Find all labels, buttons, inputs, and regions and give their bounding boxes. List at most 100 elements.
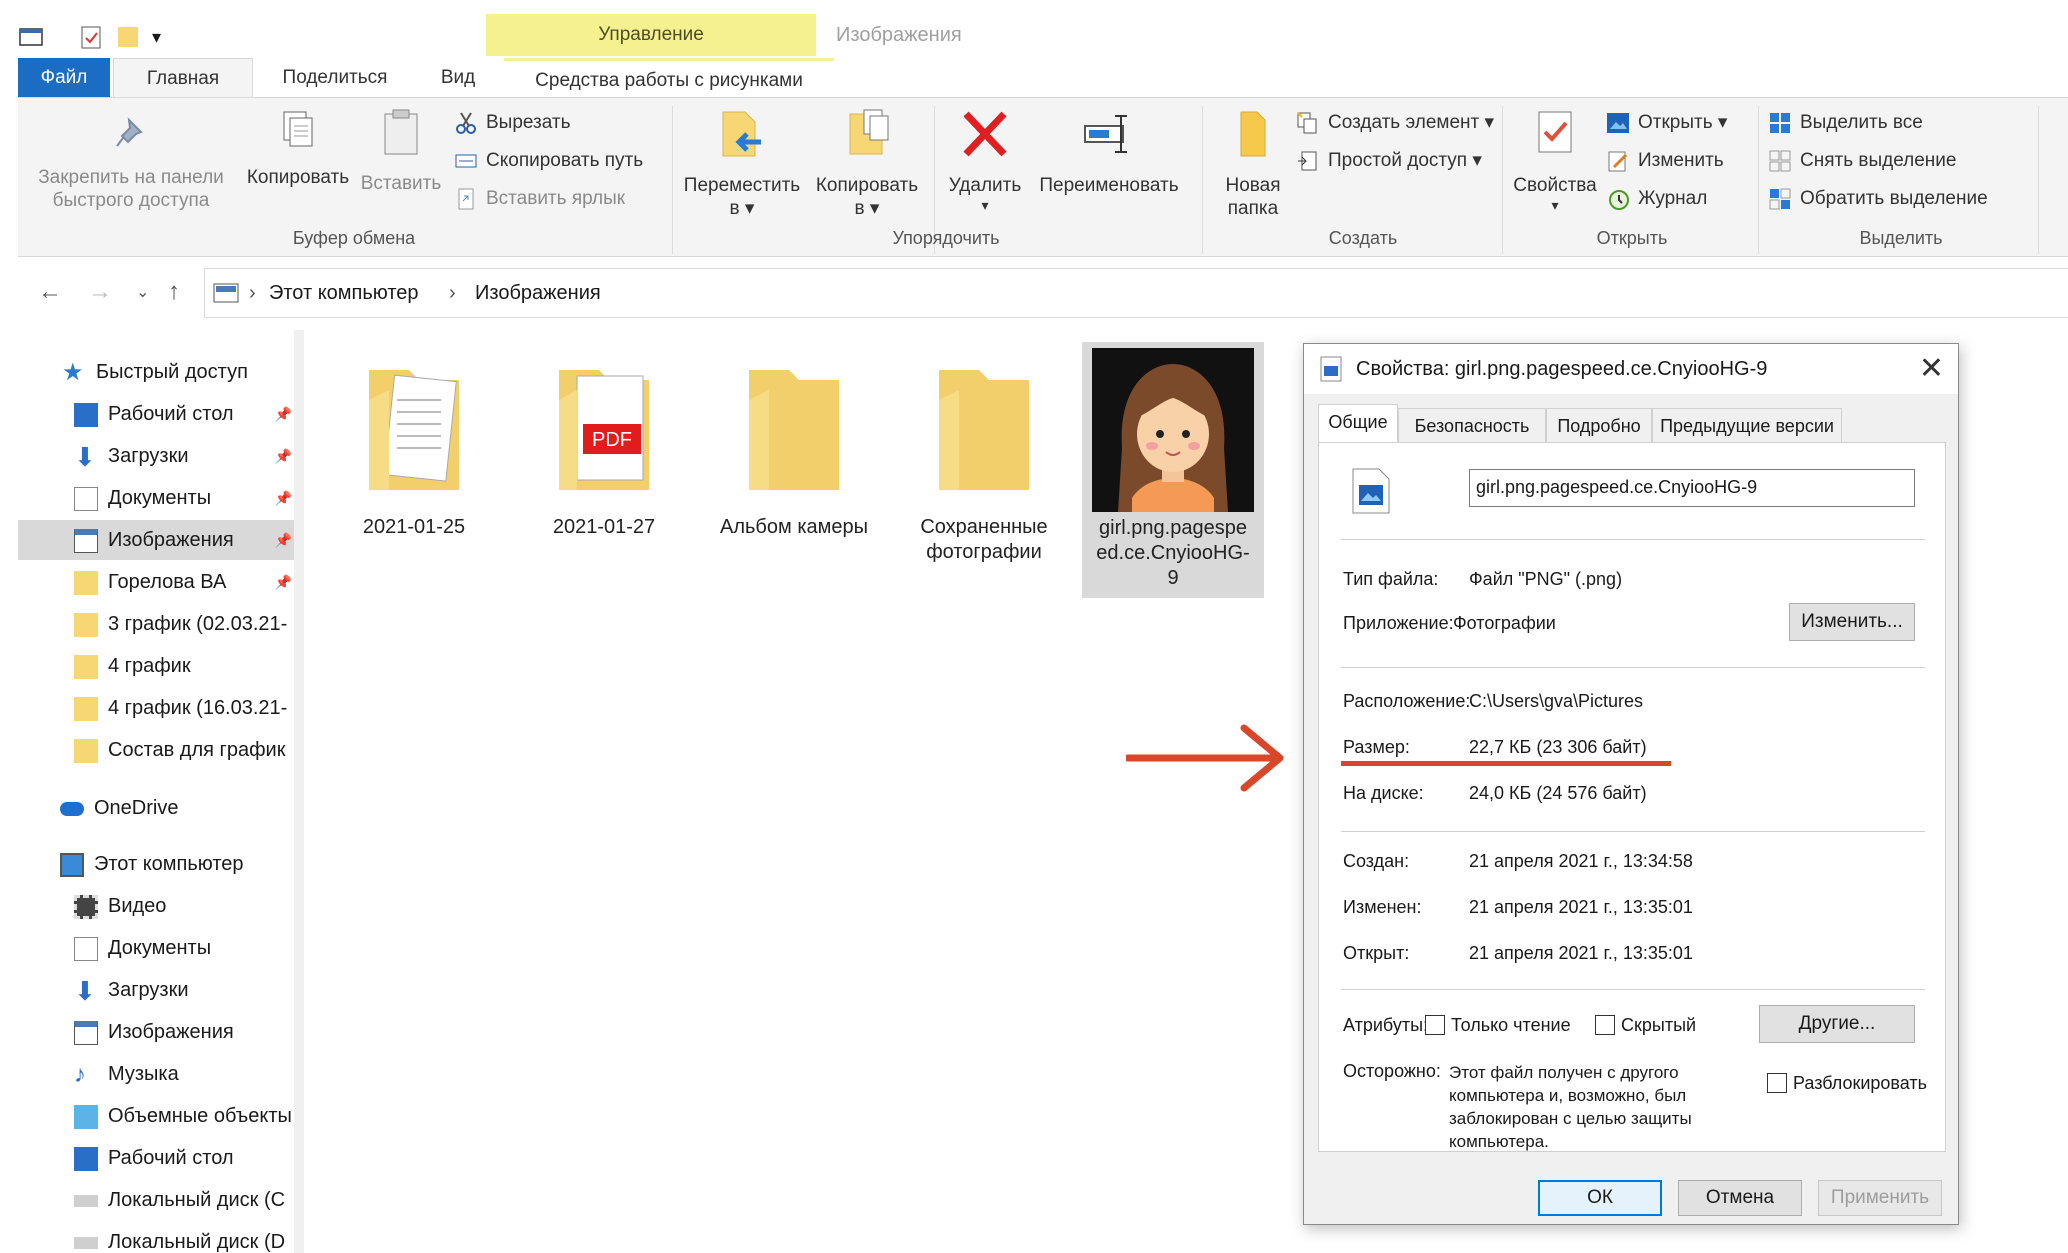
easy-access-button[interactable]: Простой доступ ▾: [1296, 146, 1482, 176]
sidebar-item-folder[interactable]: Горелова ВА 📌: [18, 562, 296, 602]
sidebar-item-pictures[interactable]: Изображения: [18, 1012, 296, 1052]
breadcrumb-this-pc[interactable]: Этот компьютер: [269, 269, 419, 317]
advanced-attributes-button[interactable]: Другие...: [1759, 1005, 1915, 1043]
history-button[interactable]: Журнал: [1606, 184, 1707, 214]
image-file-item[interactable]: girl.png.pagespe ed.ce.CnyiooHG- 9: [1082, 342, 1264, 598]
pin-button[interactable]: Закрепить на панели быстрого доступа: [26, 108, 236, 212]
sidebar-item-desktop[interactable]: Рабочий стол: [18, 1138, 296, 1178]
tab-details[interactable]: Подробно: [1546, 408, 1652, 442]
location-value: C:\Users\gva\Pictures: [1469, 691, 1644, 711]
tab-previous-versions[interactable]: Предыдущие версии: [1652, 408, 1842, 442]
paste-shortcut-button[interactable]: Вставить ярлык: [454, 184, 625, 214]
pin-icon[interactable]: 📌: [275, 520, 292, 560]
tab-general[interactable]: Общие: [1318, 404, 1398, 443]
copy-to-button[interactable]: Копировать в ▾: [808, 108, 926, 220]
open-label: Открыть: [1638, 112, 1713, 133]
up-arrow-icon[interactable]: ↑: [168, 278, 180, 306]
folder-item[interactable]: Сохраненные фотографии: [894, 350, 1074, 565]
group-separator: [1758, 106, 1759, 254]
close-icon[interactable]: ✕: [1919, 344, 1944, 394]
group-label-create: Создать: [1328, 228, 1398, 248]
folder-item[interactable]: 2021-01-25: [324, 350, 504, 540]
pin-icon[interactable]: 📌: [275, 436, 292, 476]
recent-locations-icon[interactable]: ⌄: [136, 282, 149, 302]
invert-selection-button[interactable]: Обратить выделение: [1768, 184, 1988, 214]
document-icon: [74, 936, 98, 961]
sidebar-item-music[interactable]: ♪ Музыка: [18, 1054, 296, 1094]
folder-item[interactable]: Альбом камеры: [704, 350, 884, 540]
paste-button[interactable]: Вставить: [358, 108, 444, 195]
star-icon: ★: [62, 358, 84, 386]
cancel-button[interactable]: Отмена: [1678, 1180, 1802, 1216]
ok-button[interactable]: ОК: [1538, 1180, 1662, 1216]
cut-button[interactable]: Вырезать: [454, 108, 571, 138]
edit-button[interactable]: Изменить: [1606, 146, 1724, 176]
select-all-button[interactable]: Выделить все: [1768, 108, 1923, 138]
sidebar-item-downloads[interactable]: ⬇ Загрузки: [18, 970, 296, 1010]
file-item-label-line1: girl.png.pagespe: [1099, 517, 1247, 539]
pin-icon[interactable]: 📌: [275, 478, 292, 518]
size-underline-annotation: [1341, 761, 1671, 766]
unblock-checkbox[interactable]: [1767, 1073, 1787, 1093]
copy-path-button[interactable]: Скопировать путь: [454, 146, 643, 176]
sidebar-item-pictures[interactable]: Изображения 📌: [18, 520, 296, 560]
new-folder-icon[interactable]: [116, 24, 142, 50]
sidebar-item-local-disk-c[interactable]: Локальный диск (C: [18, 1180, 296, 1220]
sidebar-item-quick-access[interactable]: ★ Быстрый доступ: [18, 352, 296, 392]
customize-qat-icon[interactable]: ▾: [152, 24, 178, 50]
filename-field[interactable]: girl.png.pagespeed.ce.CnyiooHG-9: [1469, 469, 1915, 507]
forward-arrow-icon[interactable]: →: [88, 278, 112, 306]
tab-file[interactable]: Файл: [18, 58, 110, 98]
sidebar-item-desktop[interactable]: Рабочий стол 📌: [18, 394, 296, 434]
pin-icon[interactable]: 📌: [275, 394, 292, 434]
divider: [1341, 989, 1925, 990]
tab-home[interactable]: Главная: [113, 58, 253, 98]
folder-item[interactable]: PDF 2021-01-27: [514, 350, 694, 540]
new-item-button[interactable]: Создать элемент ▾: [1296, 108, 1494, 138]
sidebar-item-folder[interactable]: 4 график (16.03.21-: [18, 688, 296, 728]
sidebar-item-this-pc[interactable]: Этот компьютер: [18, 844, 296, 884]
sidebar-item-folder[interactable]: Состав для график: [18, 730, 296, 770]
readonly-checkbox[interactable]: [1425, 1015, 1445, 1035]
pin-icon[interactable]: 📌: [275, 562, 292, 602]
properties-button[interactable]: Свойства ▾: [1508, 108, 1602, 213]
new-folder-button[interactable]: Новая папка: [1208, 108, 1298, 220]
sidebar-item-videos[interactable]: Видео: [18, 886, 296, 926]
sidebar-item-folder[interactable]: 4 график: [18, 646, 296, 686]
sidebar-scrollbar[interactable]: [294, 330, 304, 1253]
sidebar-item-label: Рабочий стол: [108, 1147, 234, 1169]
tab-view[interactable]: Вид: [418, 58, 498, 98]
sidebar-item-3d-objects[interactable]: Объемные объекты: [18, 1096, 296, 1136]
properties-check-icon[interactable]: [78, 24, 104, 50]
tab-picture-tools[interactable]: Средства работы с рисунками: [504, 58, 834, 98]
copy-button[interactable]: Копировать: [240, 108, 356, 189]
sidebar-item-onedrive[interactable]: OneDrive: [18, 788, 296, 828]
tab-share[interactable]: Поделиться: [260, 58, 410, 98]
address-bar[interactable]: › Этот компьютер › Изображения: [204, 268, 2068, 318]
opened-value: 21 апреля 2021 г., 13:35:01: [1469, 943, 1693, 963]
folder-icon: [939, 370, 1029, 490]
sidebar-item-local-disk-d[interactable]: Локальный диск (D: [18, 1222, 296, 1253]
select-none-button[interactable]: Снять выделение: [1768, 146, 1956, 176]
rename-label: Переименовать: [1039, 175, 1179, 196]
window-icon[interactable]: [18, 24, 44, 50]
tab-security[interactable]: Безопасность: [1398, 408, 1546, 442]
move-to-button[interactable]: Переместить в ▾: [680, 108, 804, 220]
sidebar-item-documents[interactable]: Документы: [18, 928, 296, 968]
sidebar-item-documents[interactable]: Документы 📌: [18, 478, 296, 518]
sidebar-item-downloads[interactable]: ⬇ Загрузки 📌: [18, 436, 296, 476]
file-item-label-line1: Сохраненные: [920, 516, 1048, 538]
breadcrumb-pictures[interactable]: Изображения: [475, 269, 601, 317]
group-label-clipboard: Буфер обмена: [292, 228, 416, 248]
sidebar-item-folder[interactable]: 3 график (02.03.21-: [18, 604, 296, 644]
hidden-checkbox[interactable]: [1595, 1015, 1615, 1035]
delete-button[interactable]: Удалить ▾: [940, 108, 1030, 213]
pin-icon: [116, 117, 143, 147]
open-button[interactable]: Открыть ▾: [1606, 108, 1727, 138]
rename-button[interactable]: Переименовать: [1028, 108, 1190, 197]
back-arrow-icon[interactable]: ←: [38, 278, 62, 306]
apply-button[interactable]: Применить: [1818, 1180, 1942, 1216]
change-app-button[interactable]: Изменить...: [1789, 603, 1915, 641]
paste-shortcut-label: Вставить ярлык: [486, 188, 626, 209]
divider: [1341, 831, 1925, 832]
